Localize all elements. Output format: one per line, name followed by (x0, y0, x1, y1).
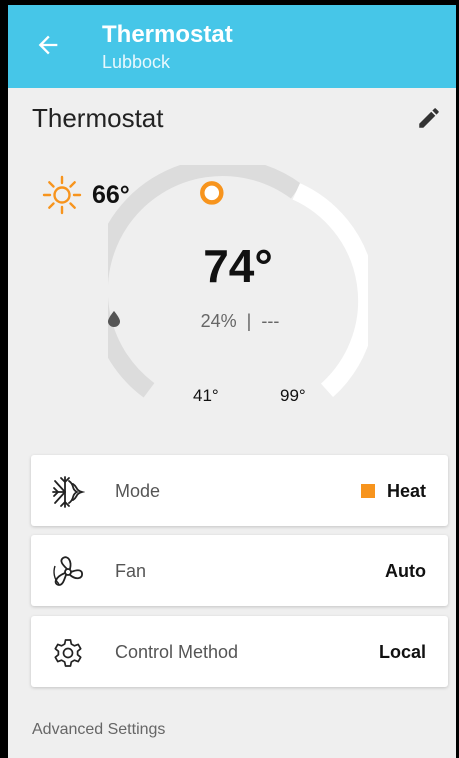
humidity-reading: 24% | --- (108, 311, 368, 332)
advanced-settings-link[interactable]: Advanced Settings (32, 721, 165, 739)
setpoint-temperature: 74° (203, 240, 273, 292)
fan-label: Fan (115, 561, 147, 581)
secondary-reading: --- (261, 311, 280, 331)
mode-setting-row[interactable]: Mode Heat (31, 455, 448, 526)
dial-range-max: 99° (280, 386, 306, 405)
app-screen: Thermostat Lubbock Thermostat 66° 74° 24… (8, 5, 456, 758)
humidity-value: 24% (200, 311, 237, 331)
fan-icon (51, 555, 85, 589)
app-bar-title: Thermostat (102, 21, 233, 48)
pencil-icon[interactable] (416, 105, 442, 131)
sun-icon (42, 175, 82, 215)
arrow-left-icon[interactable] (34, 31, 62, 59)
heat-cool-icon (51, 475, 86, 509)
control-method-row[interactable]: Control Method Local (31, 616, 448, 687)
app-bar-subtitle: Lubbock (102, 52, 171, 72)
control-method-value: Local (378, 642, 426, 662)
thermostat-dial[interactable]: 74° 24% | --- (108, 165, 368, 405)
fan-setting-row[interactable]: Fan Auto (31, 535, 448, 606)
dial-range-min: 41° (193, 386, 219, 405)
device-title: Thermostat (32, 103, 164, 133)
gear-icon (51, 636, 85, 670)
control-method-label: Control Method (115, 642, 239, 662)
mode-value-text: Heat (386, 481, 426, 501)
mode-label: Mode (115, 481, 161, 501)
fan-value: Auto (385, 561, 426, 581)
reading-separator: | (246, 311, 252, 331)
setpoint-handle[interactable] (200, 181, 224, 205)
mode-color-swatch (360, 484, 375, 498)
mode-value: Heat (360, 481, 426, 502)
app-bar: Thermostat Lubbock (8, 5, 456, 88)
